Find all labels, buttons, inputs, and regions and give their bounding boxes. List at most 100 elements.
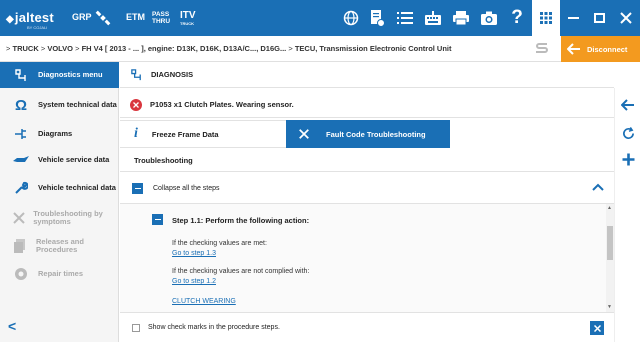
breadcrumb-truck[interactable]: TRUCK: [12, 44, 38, 53]
grp-button[interactable]: GRP: [72, 12, 92, 22]
scroll-down-icon[interactable]: ▼: [607, 304, 612, 310]
section-title: Troubleshooting: [134, 156, 193, 165]
fault-code-title: P1053 x1 Clutch Plates. Wearing sensor.: [150, 100, 294, 109]
breadcrumb-separator: >: [75, 44, 80, 53]
steps-scrollbar[interactable]: ▲ ▼: [606, 204, 614, 312]
fault-code-row: P1053 x1 Clutch Plates. Wearing sensor.: [120, 92, 614, 118]
diagnostics-icon: [130, 68, 143, 81]
arrow-left-icon: [567, 43, 580, 55]
page-title: DIAGNOSIS: [151, 70, 194, 79]
diagnosis-header: DIAGNOSIS: [120, 62, 614, 88]
breadcrumb-ecu: TECU, Transmission Electronic Control Un…: [294, 44, 452, 53]
camera-icon[interactable]: [478, 8, 500, 28]
printer-icon[interactable]: [450, 8, 472, 28]
sidebar-item-label: Diagnostics menu: [38, 70, 103, 79]
disconnect-label: Disconnect: [587, 44, 628, 54]
collapse-label: Collapse all the steps: [153, 185, 220, 192]
apps-grid-icon[interactable]: [532, 0, 560, 36]
diagnostics-icon: [10, 68, 32, 82]
sidebar-item-label: Releases and Procedures: [36, 237, 84, 254]
sidebar-item-vehicle-service-data[interactable]: Vehicle service data: [0, 150, 119, 170]
sidebar-item-diagrams[interactable]: Diagrams: [0, 124, 119, 144]
show-check-marks-label: Show check marks in the procedure steps.: [148, 324, 280, 331]
disconnect-button[interactable]: Disconnect: [561, 36, 640, 62]
breadcrumb-separator: >: [6, 44, 11, 53]
tab-label: Fault Code Troubleshooting: [326, 129, 426, 139]
thru-label: THRU: [152, 18, 171, 25]
sidebar-item-label: Diagrams: [38, 129, 73, 138]
clutch-wearing-link[interactable]: CLUTCH WEARING: [172, 298, 236, 305]
sidebar-item-label: Repair times: [38, 269, 84, 278]
keyboard-icon[interactable]: [422, 8, 444, 28]
tab-label: Freeze Frame Data: [151, 129, 219, 139]
clear-icon[interactable]: [590, 321, 604, 335]
pass-label: PASS: [152, 11, 170, 18]
collapse-icon[interactable]: [132, 183, 143, 194]
met-condition-text: If the checking values are met:: [172, 240, 267, 247]
sidebar-item-label: Vehicle technical data: [38, 183, 116, 192]
breadcrumb-volvo[interactable]: VOLVO: [47, 44, 73, 53]
breadcrumb-model[interactable]: FH V4 [ 2013 - ... ], engine: D13K, D16K…: [82, 44, 287, 53]
itv-sublabel: TRUCK: [180, 21, 194, 26]
step-title: Step 1.1: Perform the following action:: [172, 216, 310, 225]
sidebar-back-icon[interactable]: <: [8, 318, 16, 334]
breadcrumb-separator: >: [288, 44, 293, 53]
maximize-icon[interactable]: [586, 0, 612, 36]
sidebar-item-label: Vehicle service data: [38, 155, 110, 164]
sidebar-item-system-technical-data[interactable]: Ω System technical data: [0, 94, 119, 116]
bottom-bar: Show check marks in the procedure steps.: [120, 312, 614, 342]
sidebar-item-diagnostics-menu[interactable]: Diagnostics menu: [0, 62, 119, 88]
scroll-up-icon[interactable]: ▲: [607, 205, 612, 211]
oil-can-icon: [10, 155, 32, 165]
diagram-icon: [10, 127, 32, 141]
close-icon[interactable]: [612, 0, 640, 36]
tools-icon: [298, 128, 310, 140]
jaltest-logo: ◆jaltest: [6, 10, 54, 25]
back-arrow-icon[interactable]: [619, 96, 637, 114]
etm-button[interactable]: ETM: [126, 12, 145, 22]
tab-bar: i Freeze Frame Data Fault Code Troublesh…: [120, 120, 614, 148]
sidebar-item-vehicle-technical-data[interactable]: Vehicle technical data: [0, 176, 119, 200]
sidebar-item-troubleshooting-by-symptoms[interactable]: Troubleshooting by symptoms: [0, 206, 119, 230]
itv-button[interactable]: ITV TRUCK: [180, 10, 196, 26]
breadcrumb-separator: >: [40, 44, 46, 53]
logo-subtitle: BY COJALI: [27, 25, 48, 30]
pass-thru-button[interactable]: PASS THRU: [152, 11, 170, 25]
s-logo-icon: [534, 42, 550, 56]
add-icon[interactable]: [619, 150, 637, 168]
document-check-icon[interactable]: [366, 8, 388, 28]
troubleshooting-section-header: Troubleshooting: [120, 150, 614, 172]
error-icon: [130, 98, 142, 111]
go-to-step-1-2-link[interactable]: Go to step 1.2: [172, 278, 216, 285]
tab-freeze-frame-data[interactable]: i Freeze Frame Data: [120, 120, 286, 148]
sidebar: Diagnostics menu Ω System technical data…: [0, 62, 119, 342]
gear-clock-icon: [10, 267, 32, 281]
sidebar-item-releases-and-procedures[interactable]: Releases and Procedures: [0, 234, 119, 258]
chevron-up-icon[interactable]: [592, 183, 604, 193]
omega-icon: Ω: [14, 96, 28, 114]
sidebar-item-label: Troubleshooting by symptoms: [33, 209, 103, 226]
satellite-icon[interactable]: [92, 8, 114, 28]
tab-fault-code-troubleshooting[interactable]: Fault Code Troubleshooting: [286, 120, 450, 148]
collapse-all-row[interactable]: Collapse all the steps: [120, 174, 614, 204]
scrollbar-thumb[interactable]: [607, 226, 613, 260]
globe-icon[interactable]: [340, 8, 362, 28]
breadcrumb: > TRUCK > VOLVO > FH V4 [ 2013 - ... ], …: [0, 36, 640, 62]
help-icon[interactable]: ?: [506, 7, 528, 28]
tools-icon: [10, 211, 27, 225]
list-icon[interactable]: [394, 8, 416, 28]
sidebar-item-label: System technical data: [38, 100, 117, 109]
minimize-icon[interactable]: [560, 0, 586, 36]
refresh-icon[interactable]: [619, 124, 637, 142]
go-to-step-1-3-link[interactable]: Go to step 1.3: [172, 250, 216, 257]
top-toolbar: ◆jaltest BY COJALI GRP ETM PASS THRU ITV…: [0, 0, 640, 36]
show-check-marks-checkbox[interactable]: [132, 323, 140, 332]
info-icon: i: [134, 126, 138, 141]
right-action-bar: [614, 88, 640, 342]
main-panel: DIAGNOSIS P1053 x1 Clutch Plates. Wearin…: [120, 62, 614, 342]
documents-icon: [10, 239, 30, 253]
steps-panel: Step 1.1: Perform the following action: …: [120, 204, 614, 312]
step-collapse-icon[interactable]: [152, 214, 163, 225]
itv-label: ITV: [180, 10, 196, 21]
sidebar-item-repair-times[interactable]: Repair times: [0, 264, 119, 284]
